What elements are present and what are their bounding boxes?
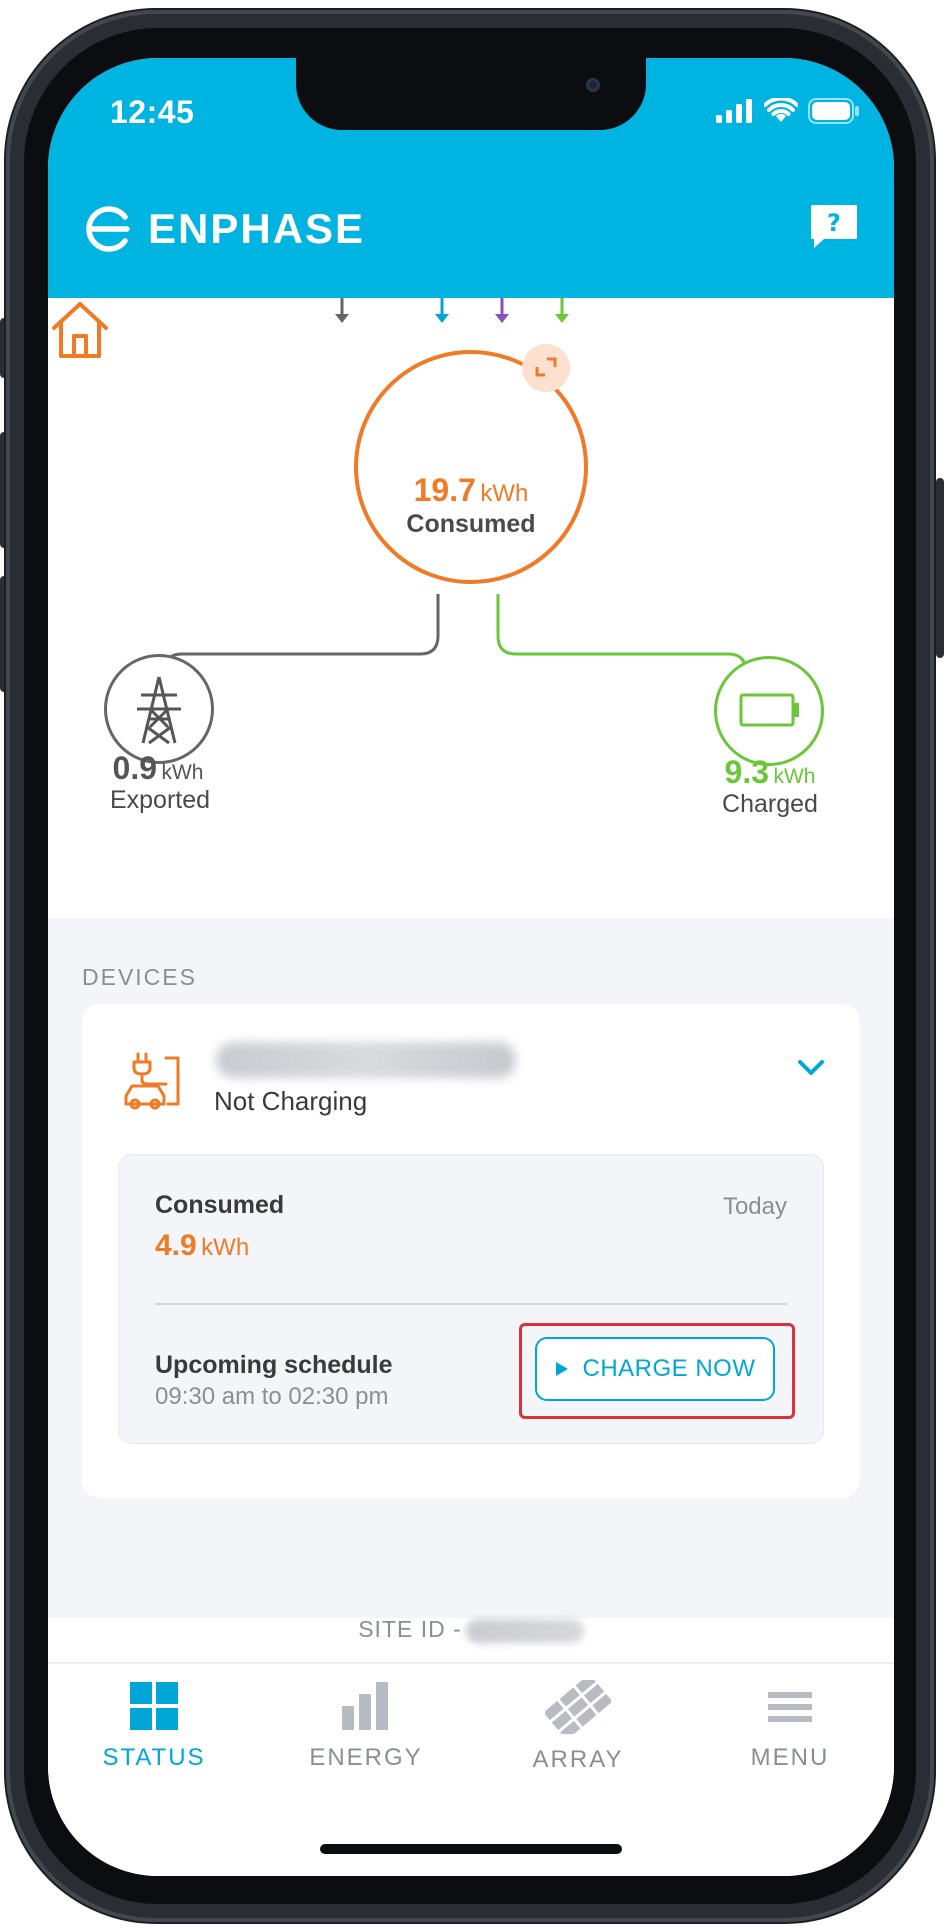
chevron-down-icon[interactable] — [796, 1058, 826, 1078]
home-indicator[interactable] — [320, 1844, 622, 1854]
consumed-unit: kWh — [480, 480, 529, 507]
charge-path — [496, 594, 748, 688]
house-icon — [52, 302, 108, 358]
consumed-number: 19.7 — [413, 472, 476, 508]
help-label: ? — [827, 209, 841, 237]
bar-chart-icon — [342, 1682, 388, 1730]
nav-status[interactable]: STATUS — [48, 1680, 260, 1772]
cellular-signal-icon — [716, 99, 752, 123]
period-label: Today — [722, 1193, 787, 1220]
energy-flow: 19.7 kWh Consumed 0.9 kWh Exported 9.3 k… — [48, 298, 894, 918]
incoming-grid-arrow — [335, 298, 349, 323]
exported-value: 0.9 kWh — [48, 750, 268, 787]
nav-array[interactable]: ARRAY — [472, 1680, 684, 1774]
consumed-label: Consumed — [406, 510, 536, 538]
charged-unit: kWh — [773, 765, 816, 788]
schedule-time: 09:30 am to 02:30 pm — [155, 1383, 389, 1410]
battery-node[interactable] — [714, 656, 824, 766]
camera-icon — [586, 78, 600, 92]
status-icons — [716, 98, 860, 124]
nav-array-label: ARRAY — [532, 1746, 624, 1773]
help-chat-icon: ? — [811, 205, 857, 248]
device-status: Not Charging — [214, 1086, 368, 1116]
charger-consumed-number: 4.9 — [155, 1229, 197, 1262]
incoming-solar-arrow — [435, 298, 449, 323]
charger-consumed-label: Consumed — [155, 1191, 285, 1219]
site-id-label: SITE ID - — [358, 1616, 462, 1642]
schedule-label: Upcoming schedule — [155, 1351, 393, 1379]
site-id: SITE ID - — [48, 1616, 894, 1643]
charged-label: Charged — [722, 790, 818, 818]
charged-value: 9.3 kWh — [660, 754, 880, 791]
nav-menu-label: MENU — [750, 1744, 830, 1771]
nav-energy[interactable]: ENERGY — [260, 1680, 472, 1772]
wifi-icon — [764, 98, 798, 122]
phone-power-button — [936, 478, 944, 658]
app-header: 12:45 ENPHASE ? — [48, 58, 894, 298]
charger-consumed-unit: kWh — [201, 1234, 250, 1261]
grid-node[interactable] — [104, 654, 214, 764]
consumed-value: 19.7 kWh — [48, 472, 894, 509]
ev-charger-card[interactable]: Not Charging Consumed Today 4.9 kWh Upco… — [82, 1004, 860, 1498]
expand-icon — [535, 357, 557, 377]
play-icon — [555, 1362, 568, 1376]
charge-now-label: CHARGE NOW — [582, 1355, 756, 1382]
nav-energy-label: ENERGY — [309, 1744, 423, 1771]
solar-array-icon — [545, 1680, 611, 1734]
enphase-logo: ENPHASE — [84, 204, 365, 254]
enphase-logo-icon — [86, 206, 130, 252]
hamburger-icon — [768, 1692, 812, 1722]
grid-icon — [130, 1682, 178, 1730]
charger-consumed-value: 4.9 kWh — [155, 1229, 249, 1263]
exported-label: Exported — [109, 786, 211, 814]
exported-number: 0.9 — [112, 750, 158, 786]
device-name-redacted — [216, 1042, 516, 1078]
expand-button[interactable] — [522, 344, 570, 392]
help-button[interactable]: ? — [808, 202, 860, 250]
phone-screen: 12:45 ENPHASE ? 19.7 kWh Consumed 0.9 kW… — [48, 58, 894, 1876]
charger-details: Consumed Today 4.9 kWh Upcoming schedule… — [118, 1154, 824, 1444]
status-time: 12:45 — [110, 94, 195, 130]
nav-status-label: STATUS — [102, 1744, 206, 1771]
notch — [296, 58, 646, 130]
divider — [155, 1303, 787, 1305]
battery-icon — [808, 98, 859, 124]
charged-number: 9.3 — [724, 754, 770, 790]
ev-charger-icon — [124, 1052, 180, 1110]
battery-storage-icon — [739, 693, 799, 727]
incoming-generator-arrow — [495, 298, 509, 323]
devices-title: DEVICES — [82, 964, 197, 990]
charge-now-button[interactable]: CHARGE NOW — [535, 1337, 775, 1401]
site-id-redacted — [465, 1618, 584, 1643]
exported-unit: kWh — [161, 761, 204, 784]
power-tower-icon — [137, 676, 181, 745]
nav-menu[interactable]: MENU — [684, 1680, 894, 1772]
incoming-battery-arrow — [555, 298, 569, 323]
brand-name: ENPHASE — [148, 205, 366, 252]
